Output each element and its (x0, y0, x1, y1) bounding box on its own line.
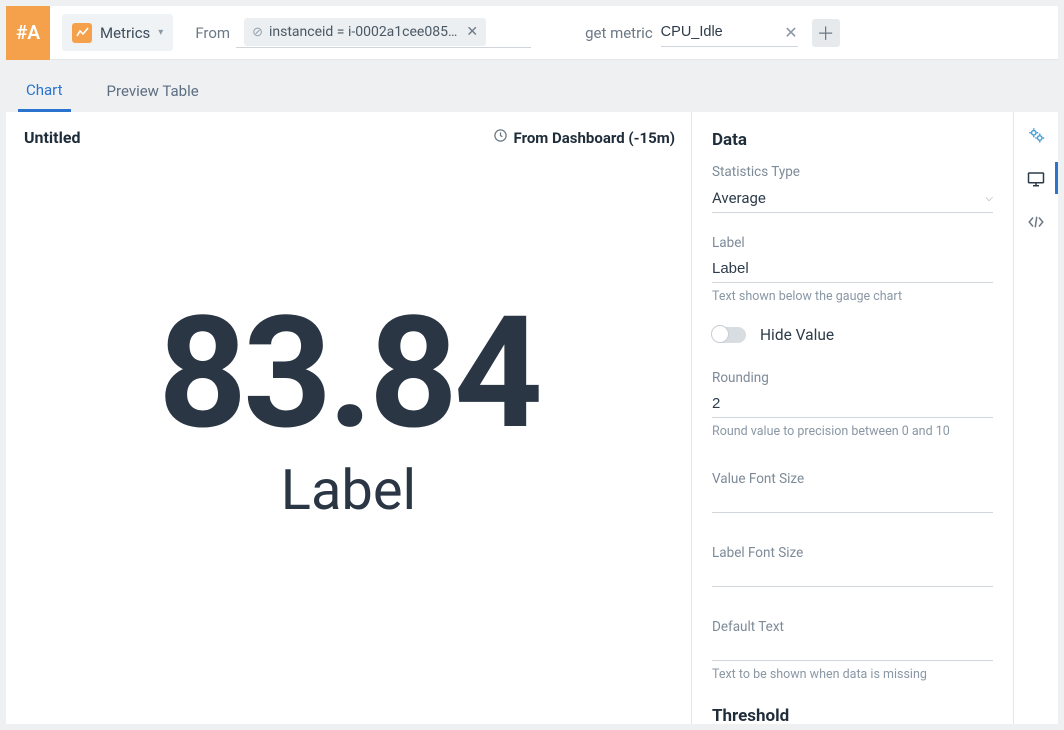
gauge-value: 83.84 (158, 296, 539, 451)
tab-preview-table[interactable]: Preview Table (99, 68, 207, 112)
display-icon[interactable] (1024, 171, 1048, 192)
clock-icon (493, 128, 508, 147)
label-hint: Text shown below the gauge chart (712, 289, 993, 304)
right-rail (1014, 112, 1058, 724)
default-text-hint: Text to be shown when data is missing (712, 667, 993, 682)
label-font-label: Label Font Size (712, 545, 993, 561)
label-font-input[interactable] (712, 565, 993, 587)
rounding-input[interactable] (712, 390, 993, 418)
from-label: From (195, 24, 230, 42)
rounding-field-group: Rounding Round value to precision betwee… (712, 370, 993, 439)
hide-value-toggle[interactable] (712, 327, 746, 343)
chart-pane: Untitled From Dashboard (-15m) 83.84 Lab… (6, 112, 692, 724)
metrics-icon (72, 23, 92, 43)
code-icon[interactable] (1024, 214, 1048, 234)
label-input[interactable] (712, 255, 993, 283)
data-section-title: Data (712, 130, 993, 150)
filter-chip-text: instanceid = i-0002a1cee085… (269, 24, 457, 40)
chart-header: Untitled From Dashboard (-15m) (6, 112, 691, 155)
gauge-body: 83.84 Label (6, 155, 691, 724)
timerange-button[interactable]: From Dashboard (-15m) (493, 128, 675, 147)
toggle-knob (711, 325, 729, 343)
settings-icon[interactable] (1024, 126, 1048, 149)
default-text-input[interactable] (712, 639, 993, 661)
datasource-label: Metrics (100, 24, 150, 42)
tab-chart[interactable]: Chart (18, 67, 71, 112)
rail-active-indicator (1055, 162, 1058, 194)
chart-title[interactable]: Untitled (24, 128, 80, 147)
stats-select[interactable]: Average ⌵ (712, 184, 993, 213)
label-field-group: Label Text shown below the gauge chart (712, 235, 993, 304)
remove-chip-icon[interactable]: ✕ (463, 24, 481, 40)
top-bar: #A Metrics ▾ From ⊘ instanceid = i-0002a… (6, 6, 1058, 60)
value-font-input[interactable] (712, 491, 993, 513)
chevron-down-icon: ▾ (158, 27, 163, 38)
default-text-label: Default Text (712, 619, 993, 635)
metric-input[interactable] (661, 24, 761, 40)
query-tag[interactable]: #A (6, 6, 50, 60)
rounding-hint: Round value to precision between 0 and 1… (712, 424, 993, 439)
rounding-label: Rounding (712, 370, 993, 386)
from-filter-field[interactable]: ⊘ instanceid = i-0002a1cee085… ✕ (236, 18, 531, 48)
main-area: Untitled From Dashboard (-15m) 83.84 Lab… (6, 112, 1058, 724)
hide-value-row: Hide Value (712, 326, 993, 344)
timerange-text: From Dashboard (-15m) (514, 129, 675, 147)
getmetric-label: get metric (585, 24, 653, 42)
value-font-label: Value Font Size (712, 471, 993, 487)
stats-value: Average (712, 189, 766, 207)
hide-value-label: Hide Value (760, 326, 834, 344)
gauge-label: Label (281, 457, 416, 523)
clear-metric-icon[interactable]: ✕ (784, 23, 797, 42)
app-frame: #A Metrics ▾ From ⊘ instanceid = i-0002a… (0, 0, 1064, 730)
threshold-section-title: Threshold (712, 706, 993, 724)
tab-row: Chart Preview Table (6, 60, 1058, 112)
data-panel: Data Statistics Type Average ⌵ Label Tex… (692, 112, 1014, 724)
chevron-down-icon: ⌵ (985, 193, 993, 204)
metric-field[interactable]: ✕ (661, 19, 798, 47)
datasource-dropdown[interactable]: Metrics ▾ (62, 14, 173, 51)
add-query-button[interactable]: ＋ (812, 19, 840, 47)
filter-chip[interactable]: ⊘ instanceid = i-0002a1cee085… ✕ (244, 18, 486, 46)
ban-icon: ⊘ (252, 25, 263, 40)
stats-field-group: Statistics Type Average ⌵ (712, 164, 993, 213)
label-label: Label (712, 235, 993, 251)
stats-label: Statistics Type (712, 164, 993, 180)
